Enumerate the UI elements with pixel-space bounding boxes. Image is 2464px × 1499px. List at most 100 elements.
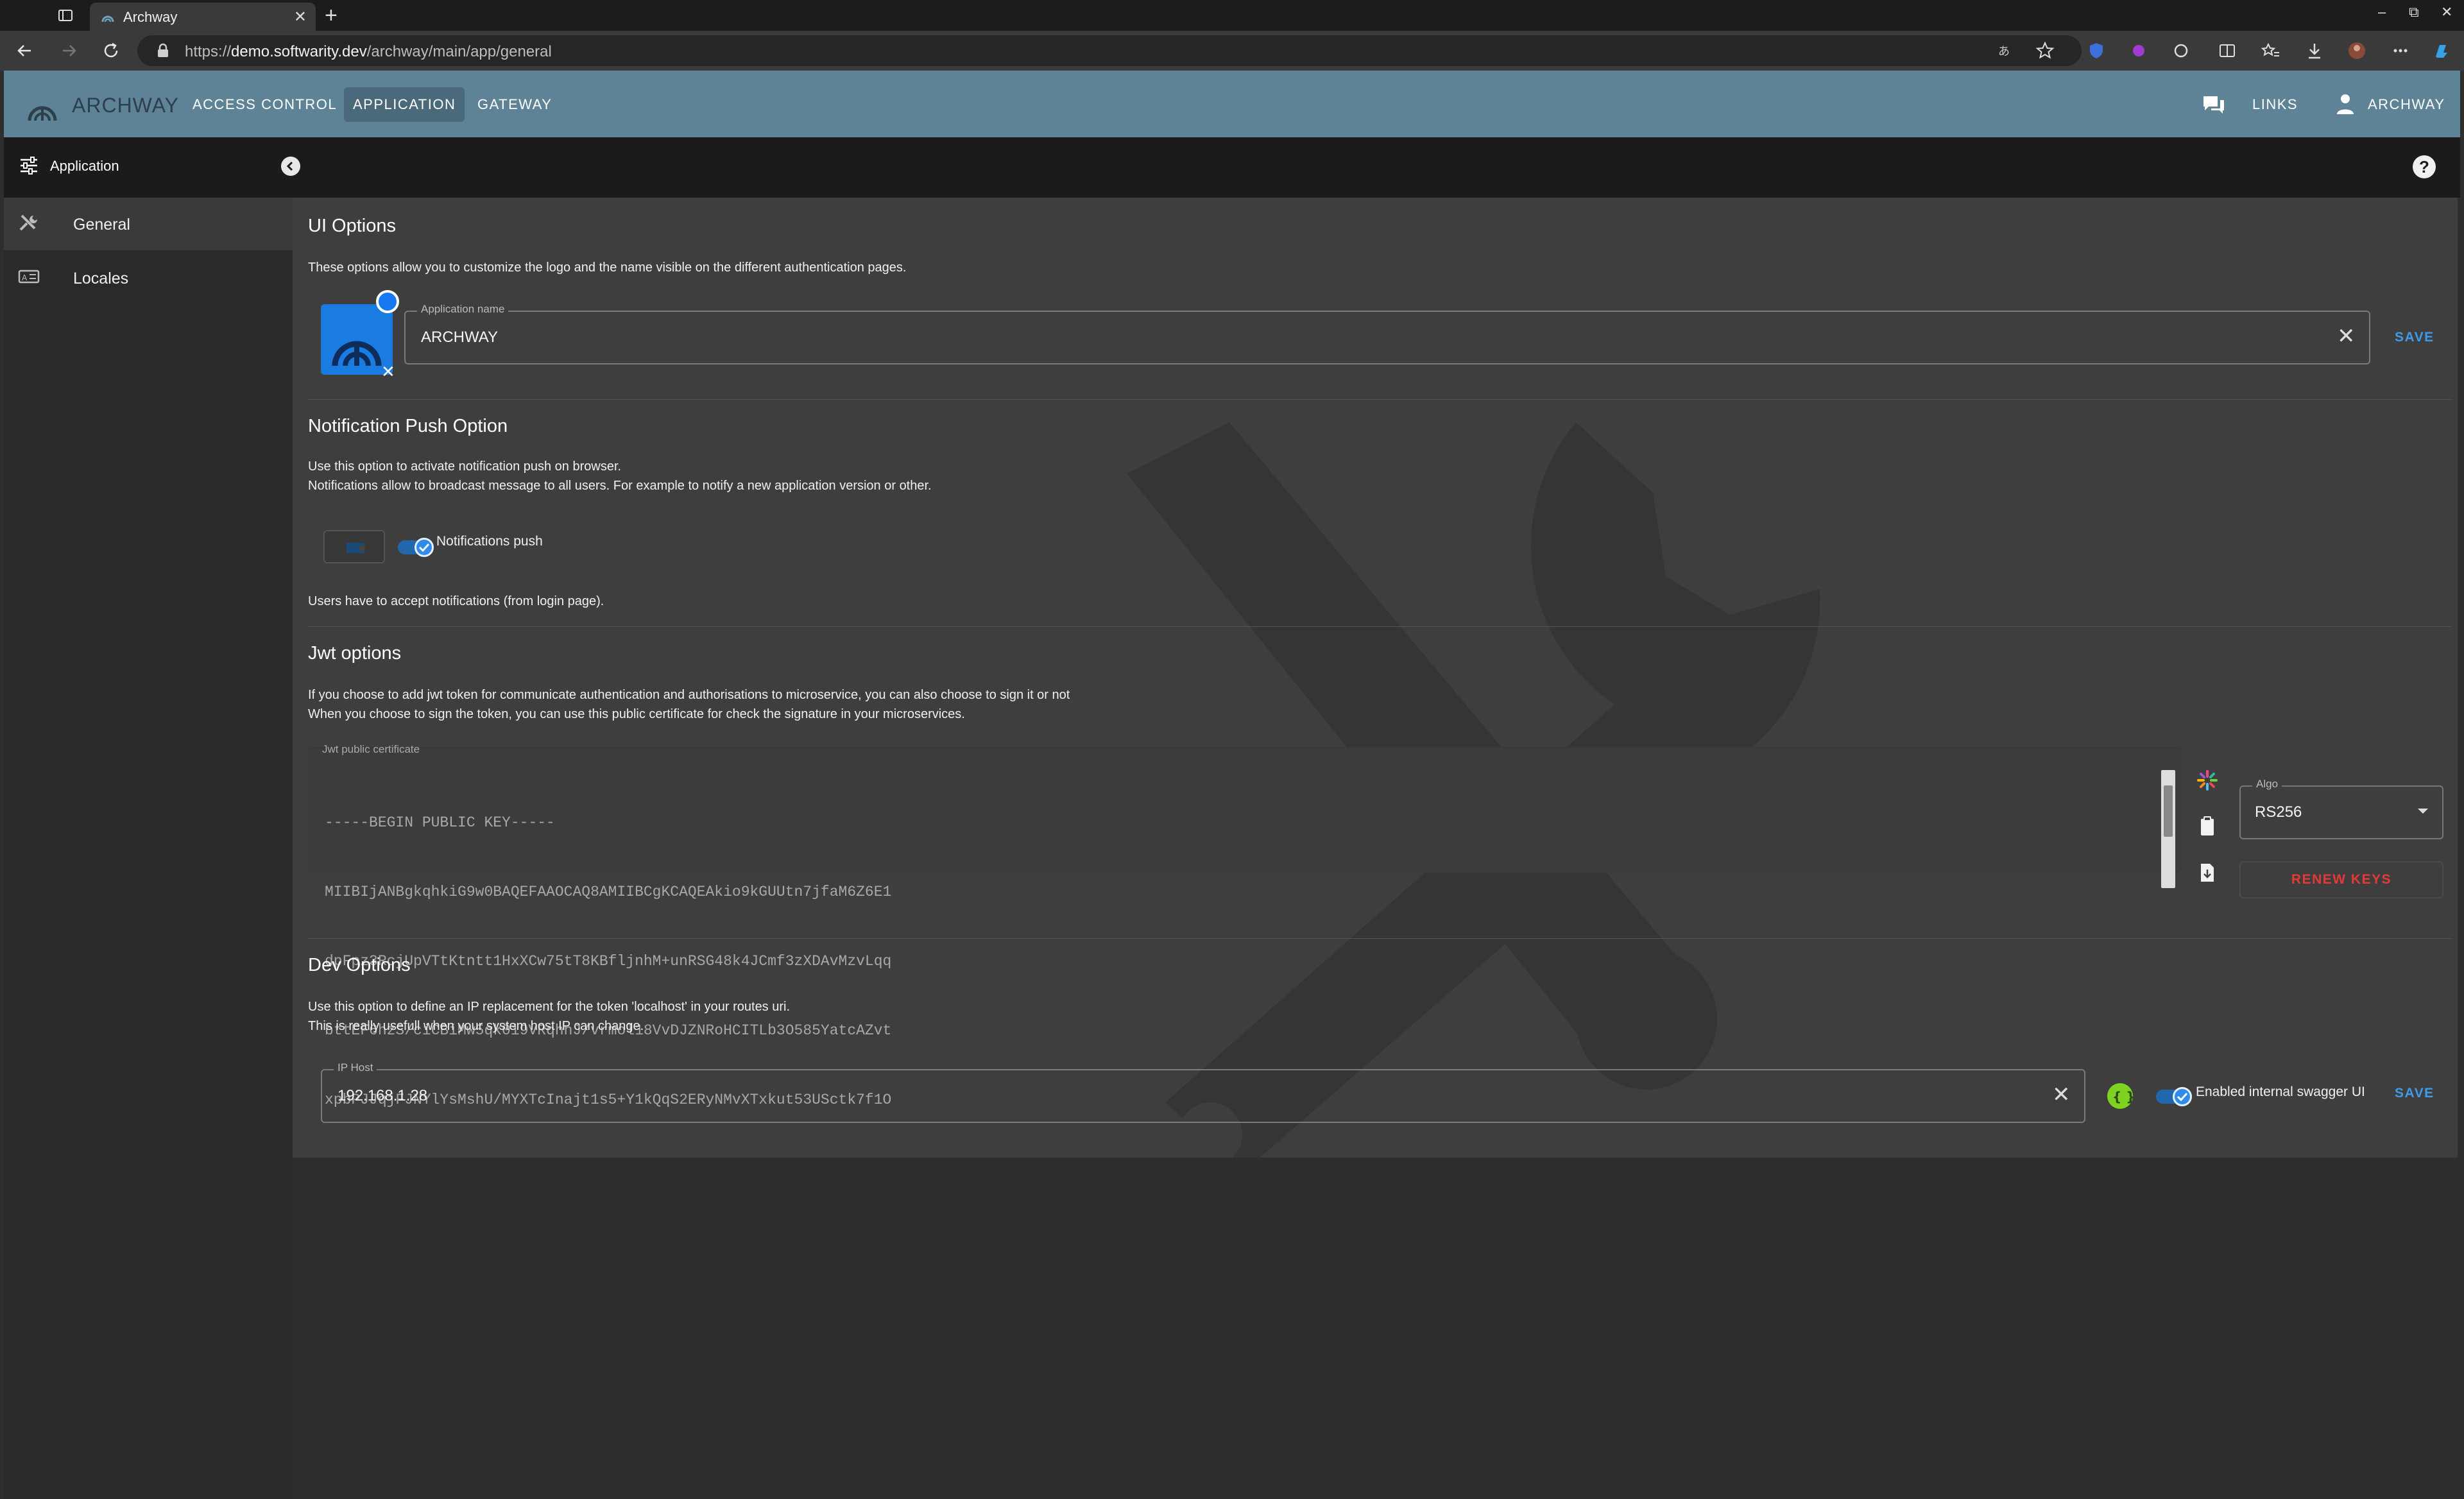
favorites-icon[interactable] [2260, 40, 2282, 62]
check-icon [2177, 1092, 2188, 1102]
notification-title: Notification Push Option [308, 416, 508, 436]
swagger-ui-toggle[interactable] [2156, 1087, 2193, 1106]
notifications-push-toggle[interactable] [398, 538, 435, 557]
links-menu[interactable]: LINKS [2252, 96, 2298, 113]
clear-icon[interactable]: ✕ [2052, 1082, 2071, 1108]
downloads-icon[interactable] [2304, 40, 2325, 62]
address-bar[interactable]: https://demo.softwarity.dev/archway/main… [137, 35, 2082, 66]
download-file-icon[interactable] [2196, 861, 2219, 884]
tab-title: Archway [123, 9, 178, 25]
algo-label: Algo [2252, 778, 2282, 791]
renew-keys-button[interactable]: RENEW KEYS [2239, 861, 2443, 898]
sidebar-item-locales[interactable]: A Locales [4, 252, 293, 304]
url-text: https://demo.softwarity.dev/archway/main… [185, 43, 552, 60]
chat-icon[interactable] [2201, 94, 2227, 117]
locale-icon: A [18, 270, 40, 284]
back-icon[interactable] [14, 40, 36, 62]
sidebar-item-general[interactable]: General [4, 198, 293, 250]
jwt-description-line2: When you choose to sign the token, you c… [308, 707, 965, 721]
extension-shield-icon[interactable] [2085, 40, 2107, 62]
application-name-field[interactable]: Application name ARCHWAY ✕ [404, 303, 2370, 364]
nav-gateway[interactable]: GATEWAY [468, 87, 561, 122]
clear-icon[interactable]: ✕ [2337, 323, 2356, 349]
notifications-push-label: Notifications push [436, 534, 543, 549]
sidebar-item-label: General [73, 216, 130, 234]
help-button[interactable]: ? [2413, 155, 2436, 178]
sidebar-item-label: Locales [73, 270, 129, 287]
user-menu[interactable]: ARCHWAY [2368, 96, 2445, 113]
browser-tab-bar: Archway ✕ + – ⧉ ✕ [0, 0, 2464, 31]
application-name-label: Application name [417, 303, 509, 316]
browser-toolbar: https://demo.softwarity.dev/archway/main… [0, 31, 2464, 71]
favorite-star-icon[interactable] [2034, 40, 2056, 62]
user-icon[interactable] [2336, 92, 2355, 116]
ip-host-input[interactable]: 192.168.1.28 [338, 1087, 427, 1105]
minimize-icon[interactable]: – [2378, 4, 2386, 21]
svg-text:あ: あ [1998, 45, 2010, 58]
forward-icon[interactable] [58, 40, 80, 62]
copilot-icon[interactable] [2431, 40, 2452, 62]
lock-icon [158, 43, 168, 57]
tab-close-icon[interactable]: ✕ [294, 8, 307, 26]
more-icon[interactable] [2390, 40, 2411, 62]
sidebar: General A Locales [4, 198, 293, 1499]
ui-options-description: These options allow you to customize the… [308, 261, 907, 275]
profile-avatar-icon[interactable] [2346, 40, 2368, 62]
algo-value: RS256 [2255, 803, 2302, 821]
dev-description-line1: Use this option to define an IP replacem… [308, 1000, 791, 1014]
check-icon [418, 543, 430, 552]
chevron-left-icon [286, 161, 293, 171]
jwt-certificate-label: Jwt public certificate [322, 743, 420, 755]
notification-icon [346, 543, 365, 553]
application-name-input[interactable]: ARCHWAY [421, 329, 498, 347]
notification-description-line1: Use this option to activate notification… [308, 459, 622, 474]
window-close-icon[interactable]: ✕ [2441, 4, 2452, 21]
new-tab-icon[interactable]: + [325, 3, 338, 28]
save-dev-options-button[interactable]: SAVE [2395, 1086, 2434, 1101]
extensions-icon[interactable] [2170, 40, 2192, 62]
nav-application[interactable]: APPLICATION [344, 87, 465, 122]
algo-select[interactable]: Algo RS256 [2239, 778, 2443, 839]
copy-clipboard-icon[interactable] [2196, 815, 2219, 838]
split-screen-icon[interactable] [2216, 40, 2238, 62]
section-divider [308, 626, 2451, 627]
dev-description-line2: This is really usefull when your system … [308, 1019, 644, 1033]
refresh-icon[interactable] [100, 40, 122, 62]
section-divider [308, 399, 2451, 400]
section-divider [308, 938, 2451, 939]
certificate-scrollbar[interactable] [2161, 770, 2175, 888]
svg-text:{ }: { } [2112, 1089, 2133, 1104]
remove-logo-icon[interactable]: ✕ [381, 362, 395, 382]
notification-test-button[interactable] [323, 530, 385, 563]
tools-icon [19, 214, 37, 231]
jwt-certificate-field[interactable]: Jwt public certificate -----BEGIN PUBLIC… [308, 743, 2182, 1108]
translate-icon[interactable]: あ [1996, 40, 2017, 62]
tab-actions-icon[interactable] [56, 6, 74, 24]
archway-favicon-icon [101, 15, 114, 22]
restore-icon[interactable]: ⧉ [2409, 4, 2419, 21]
extension-purple-icon[interactable] [2128, 40, 2150, 62]
notification-note: Users have to accept notifications (from… [308, 594, 604, 608]
ui-options-title: UI Options [308, 216, 396, 236]
dev-options-title: Dev Options [308, 955, 411, 975]
swagger-braces-icon: { } [2112, 1089, 2135, 1104]
ip-host-field[interactable]: IP Host 192.168.1.28 ✕ [321, 1061, 2085, 1123]
generate-keys-icon[interactable] [2196, 769, 2219, 792]
svg-text:A: A [22, 273, 28, 282]
swagger-icon[interactable]: { } [2107, 1083, 2135, 1109]
archway-logo-icon[interactable] [26, 92, 59, 122]
browser-tab[interactable]: Archway ✕ [90, 3, 316, 31]
settings-sliders-icon [21, 157, 37, 175]
section-toolbar: Application ? [4, 137, 2460, 198]
collapse-sidebar-button[interactable] [281, 157, 300, 176]
general-settings-panel: UI Options These options allow you to cu… [293, 198, 2458, 1158]
nav-access-control[interactable]: ACCESS CONTROL [184, 87, 346, 122]
brand-name[interactable]: ARCHWAY [72, 94, 179, 117]
save-ui-options-button[interactable]: SAVE [2395, 330, 2434, 345]
jwt-description-line1: If you choose to add jwt token for commu… [308, 688, 1070, 702]
jwt-options-title: Jwt options [308, 643, 402, 664]
ip-host-label: IP Host [334, 1061, 377, 1074]
app-header: ARCHWAY ACCESS CONTROL APPLICATION GATEW… [4, 71, 2460, 137]
change-logo-button[interactable] [376, 290, 399, 313]
notification-description-line2: Notifications allow to broadcast message… [308, 479, 932, 493]
